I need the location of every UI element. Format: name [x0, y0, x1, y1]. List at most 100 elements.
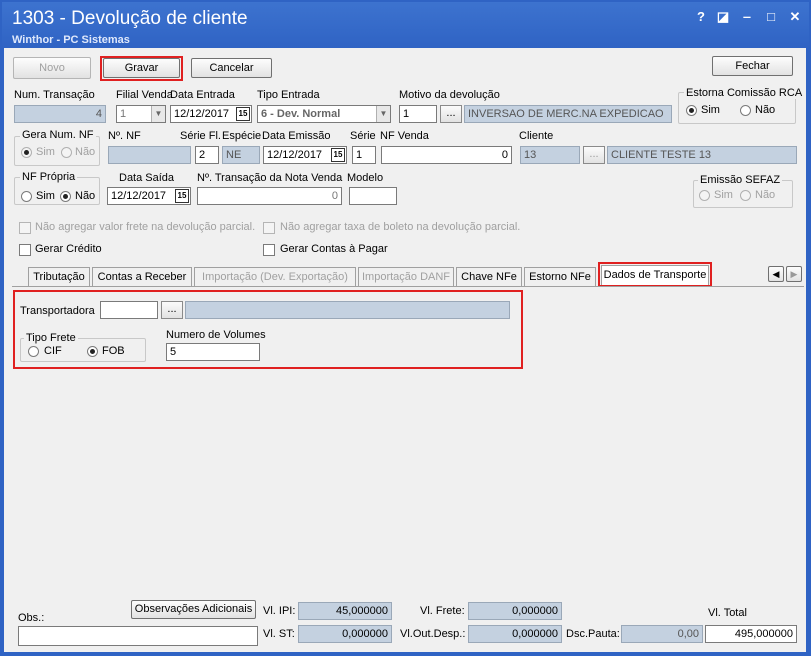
data-entrada-value: 12/12/2017: [174, 108, 230, 120]
estorna-nao-radio[interactable]: [740, 105, 751, 116]
cliente-search-button[interactable]: ...: [583, 146, 605, 164]
data-entrada-label: Data Entrada: [170, 89, 235, 101]
cliente-code-field: 13: [520, 146, 580, 164]
tab-dados-transporte[interactable]: Dados de Transporte: [601, 265, 709, 285]
calendar-icon[interactable]: 15: [236, 107, 250, 121]
restore-icon[interactable]: ◪: [714, 8, 732, 26]
cliente-name-field: CLIENTE TESTE 13: [607, 146, 797, 164]
gera-sim-radio[interactable]: [21, 147, 32, 158]
nao-agregar-frete-checkbox[interactable]: [19, 222, 31, 234]
cancelar-button[interactable]: Cancelar: [191, 58, 272, 78]
tipo-entrada-value: 6 - Dev. Normal: [261, 108, 341, 120]
serie-fl-field[interactable]: 2: [195, 146, 219, 164]
nf-propria-label: NF Própria: [20, 171, 78, 183]
tab-chave-nfe[interactable]: Chave NFe: [456, 267, 522, 287]
tipo-entrada-select[interactable]: 6 - Dev. Normal ▼: [257, 105, 391, 123]
vl-frete-label: Vl. Frete:: [420, 605, 465, 617]
nao-agregar-boleto-checkbox[interactable]: [263, 222, 275, 234]
transportadora-code-field[interactable]: [100, 301, 158, 319]
gera-sim-label: Sim: [36, 146, 55, 158]
tab-contas-receber[interactable]: Contas a Receber: [92, 267, 192, 287]
vl-ipi-field: 45,000000: [298, 602, 392, 620]
title-bar[interactable]: 1303 - Devolução de cliente Winthor - PC…: [2, 2, 809, 48]
vl-ipi-label: Vl. IPI:: [263, 605, 296, 617]
fob-radio[interactable]: [87, 346, 98, 357]
transportadora-label: Transportadora: [20, 305, 95, 317]
estorna-sim-radio[interactable]: [686, 105, 697, 116]
vl-total-label: Vl. Total: [708, 607, 747, 619]
close-icon[interactable]: ✕: [786, 8, 804, 26]
gerar-credito-checkbox[interactable]: [19, 244, 31, 256]
sefaz-sim-radio[interactable]: [699, 190, 710, 201]
num-nf-field[interactable]: [108, 146, 191, 164]
tab-tributacao[interactable]: Tributação: [28, 267, 90, 287]
gera-nao-label: Não: [75, 146, 96, 158]
fechar-button[interactable]: Fechar: [712, 56, 793, 76]
modelo-field[interactable]: [349, 187, 397, 205]
arrow-right-icon[interactable]: ▶: [786, 266, 802, 282]
maximize-icon[interactable]: □: [762, 8, 780, 26]
vl-st-label: Vl. ST:: [263, 628, 295, 640]
modelo-label: Modelo: [347, 172, 384, 184]
tipo-entrada-label: Tipo Entrada: [257, 89, 320, 101]
nf-propria-sim-radio[interactable]: [21, 191, 32, 202]
motivo-search-button[interactable]: ...: [440, 105, 462, 123]
sefaz-nao-label: Não: [755, 189, 776, 201]
num-volumes-field[interactable]: 5: [166, 343, 260, 361]
serie-field[interactable]: 1: [352, 146, 376, 164]
observacoes-adicionais-button[interactable]: Observações Adicionais: [131, 600, 256, 619]
gravar-button[interactable]: Gravar: [103, 58, 180, 78]
sefaz-sim-label: Sim: [714, 189, 733, 201]
chevron-down-icon: ▼: [151, 106, 165, 122]
tab-estorno-nfe[interactable]: Estorno NFe: [524, 267, 596, 287]
data-entrada-field[interactable]: 12/12/2017 15: [170, 105, 252, 123]
cif-radio[interactable]: [28, 346, 39, 357]
data-emissao-value: 12/12/2017: [267, 149, 323, 161]
gerar-contas-checkbox[interactable]: [263, 244, 275, 256]
minimize-icon[interactable]: ‒: [738, 8, 756, 26]
serie-label: Série: [350, 130, 376, 142]
calendar-icon[interactable]: 15: [175, 189, 189, 203]
nf-propria-sim-label: Sim: [36, 190, 55, 202]
vl-st-field: 0,000000: [298, 625, 392, 643]
gerar-credito-label: Gerar Crédito: [35, 243, 102, 255]
tipo-frete-label: Tipo Frete: [24, 332, 78, 344]
transportadora-name-field: [185, 301, 510, 319]
arrow-left-icon[interactable]: ◀: [768, 266, 784, 282]
dsc-pauta-label: Dsc.Pauta:: [566, 628, 620, 640]
num-transacao-nota-field[interactable]: 0: [197, 187, 342, 205]
novo-button[interactable]: Novo: [13, 57, 91, 79]
cif-label: CIF: [44, 345, 62, 357]
transportadora-search-button[interactable]: ...: [161, 301, 183, 319]
dsc-pauta-field: 0,00: [621, 625, 703, 643]
data-saida-field[interactable]: 12/12/2017 15: [107, 187, 191, 205]
form-body: Novo Gravar Cancelar Fechar Num. Transaç…: [4, 48, 806, 652]
obs-field[interactable]: [18, 626, 258, 646]
window-subtitle: Winthor - PC Sistemas: [12, 34, 130, 46]
gerar-contas-label: Gerar Contas à Pagar: [280, 243, 388, 255]
gera-nao-radio[interactable]: [61, 147, 72, 158]
nf-propria-nao-radio[interactable]: [60, 191, 71, 202]
sefaz-nao-radio[interactable]: [740, 190, 751, 201]
num-transacao-field[interactable]: 4: [14, 105, 106, 123]
cliente-label: Cliente: [519, 130, 554, 142]
data-emissao-field[interactable]: 12/12/2017 15: [263, 146, 347, 164]
num-transacao-nota-label: Nº. Transação da Nota Venda: [197, 172, 343, 184]
calendar-icon[interactable]: 15: [331, 148, 345, 162]
fob-label: FOB: [102, 345, 125, 357]
estorna-sim-label: Sim: [701, 104, 720, 116]
data-saida-label: Data Saída: [119, 172, 175, 184]
vl-frete-field: 0,000000: [468, 602, 562, 620]
num-nf-label: Nº. NF: [108, 130, 141, 142]
especie-label: Espécie: [222, 130, 262, 142]
filial-venda-label: Filial Venda: [116, 89, 173, 101]
help-icon[interactable]: ?: [692, 8, 710, 26]
motivo-code-field[interactable]: 1: [399, 105, 437, 123]
chevron-down-icon: ▼: [376, 106, 390, 122]
tab-importacao-danf[interactable]: Importação DANF: [358, 267, 454, 287]
filial-venda-select[interactable]: 1 ▼: [116, 105, 166, 123]
tab-importacao-dev[interactable]: Importação (Dev. Exportação): [194, 267, 356, 287]
num-transacao-label: Num. Transação: [14, 89, 95, 101]
nf-venda-field[interactable]: 0: [381, 146, 512, 164]
nao-agregar-frete-label: Não agregar valor frete na devolução par…: [35, 221, 256, 233]
